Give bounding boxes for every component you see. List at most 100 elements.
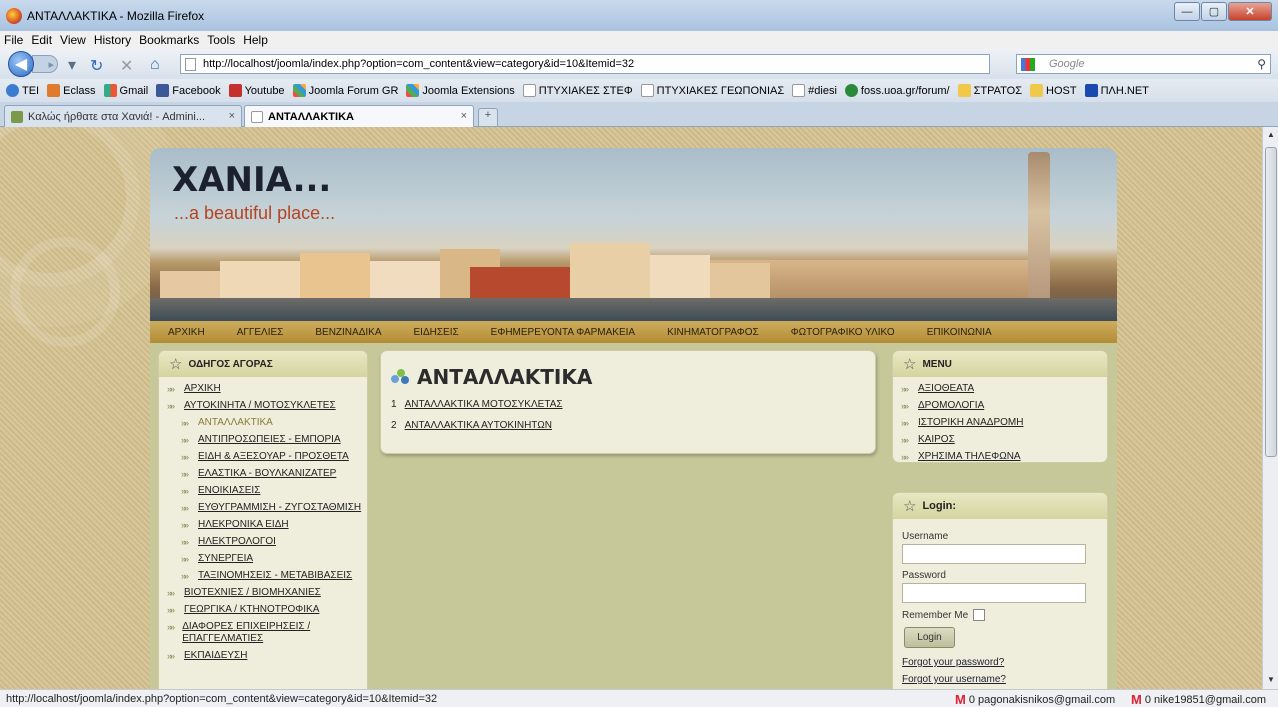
- bookmark-host[interactable]: HOST: [1030, 84, 1077, 97]
- reload-icon[interactable]: ↻: [90, 56, 103, 76]
- nav-arxikh[interactable]: ΑΡΧΙΚΗ: [168, 327, 205, 338]
- close-tab-icon[interactable]: ×: [229, 110, 235, 122]
- bookmark-ptyxiakes-geoponias[interactable]: ΠΤΥΧΙΑΚΕΣ ΓΕΩΠΟΝΙΑΣ: [640, 84, 784, 97]
- nav-aggelies[interactable]: ΑΓΓΕΛΙΕΣ: [237, 327, 284, 338]
- maximize-button[interactable]: ▢: [1201, 2, 1227, 21]
- left-menu-link[interactable]: ΑΥΤΟΚΙΝΗΤΑ / ΜΟΤΟΣΥΚΛΕΤΕΣ: [184, 400, 336, 412]
- nav-fotografiko[interactable]: ΦΩΤΟΓΡΑΦΙΚΟ ΥΛΙΚΟ: [791, 327, 895, 338]
- bookmark-plhnet[interactable]: ΠΛΗ.ΝΕΤ: [1084, 84, 1149, 97]
- menu-help[interactable]: Help: [243, 33, 268, 47]
- left-menu-link[interactable]: ΤΑΞΙΝΟΜΗΣΕΙΣ - ΜΕΤΑΒΙΒΑΣΕΙΣ: [198, 570, 352, 582]
- back-button[interactable]: ◀: [8, 51, 34, 77]
- left-menu-link[interactable]: ΕΚΠΑΙΔΕΥΣΗ: [184, 650, 247, 662]
- close-tab-icon[interactable]: ×: [461, 110, 467, 122]
- search-engine-icon[interactable]: [1021, 58, 1035, 71]
- forward-button[interactable]: ▸: [32, 55, 58, 73]
- tab-antallaktika[interactable]: ΑΝΤΑΛΛΑΚΤΙΚΑ ×: [244, 105, 474, 127]
- menu-history[interactable]: History: [94, 33, 131, 47]
- nav-kinhmatografos[interactable]: ΚΙΝΗΜΑΤΟΓΡΑΦΟΣ: [667, 327, 759, 338]
- address-bar[interactable]: http://localhost/joomla/index.php?option…: [180, 54, 1140, 74]
- left-menu-link[interactable]: ΕΙΔΗ & ΑΞΕΣΟΥΑΡ - ΠΡΟΣΘΕΤΑ: [198, 451, 349, 463]
- left-menu-link[interactable]: ΑΝΤΙΠΡΟΣΩΠΕΙΕΣ - ΕΜΠΟΡΙΑ: [198, 434, 341, 446]
- right-menu-link[interactable]: ΧΡΗΣΙΜΑ ΤΗΛΕΦΩΝΑ: [918, 451, 1021, 463]
- double-chevron-icon: »»: [181, 469, 189, 479]
- joomla-icon: [406, 84, 420, 97]
- double-chevron-icon: »»: [167, 651, 175, 661]
- bookmark-joomla-forum[interactable]: Joomla Forum GR: [292, 84, 398, 97]
- page-viewport: XANIA... ...a beautiful place... ΑΡΧΙΚΗ …: [0, 127, 1262, 689]
- double-chevron-icon: »»: [181, 435, 189, 445]
- folder-icon: [957, 84, 971, 97]
- right-menu-link[interactable]: ΑΞΙΟΘΕΑΤΑ: [918, 383, 974, 395]
- bookmark-tei[interactable]: TEI: [6, 84, 39, 97]
- login-button[interactable]: Login: [904, 627, 955, 648]
- subcategory-link[interactable]: ΑΝΤΑΛΛΑΚΤΙΚΑ ΑΥΤΟΚΙΝΗΤΩΝ: [405, 420, 552, 431]
- left-menu-link[interactable]: ΓΕΩΡΓΙΚΑ / ΚΤΗΝΟΤΡΟΦΙΚΑ: [184, 604, 319, 616]
- forgot-username-link[interactable]: Forgot your username?: [902, 674, 1107, 685]
- subcategory-link[interactable]: ΑΝΤΑΛΛΑΚΤΙΚΑ ΜΟΤΟΣΥΚΛΕΤΑΣ: [405, 399, 563, 410]
- password-input[interactable]: [902, 583, 1086, 603]
- bookmark-diesi[interactable]: #diesi: [792, 84, 837, 97]
- scrollbar-thumb[interactable]: [1265, 147, 1277, 457]
- search-box[interactable]: Google ⚲: [1016, 54, 1271, 74]
- bookmark-joomla-extensions[interactable]: Joomla Extensions: [406, 84, 515, 97]
- menu-file[interactable]: File: [4, 33, 23, 47]
- left-menu-link[interactable]: ΕΥΘΥΓΡΑΜΜΙΣΗ - ΖΥΓΟΣΤΑΘΜΙΣΗ: [198, 502, 361, 514]
- left-menu-title: ΟΔΗΓΟΣ ΑΓΟΡΑΣ: [188, 358, 273, 370]
- dropdown-arrow-icon[interactable]: ▾: [68, 55, 76, 75]
- left-menu-link[interactable]: ΕΝΟΙΚΙΑΣΕΙΣ: [198, 485, 260, 497]
- bookmarks-toolbar: TEI Eclass Gmail Facebook Youtube Joomla…: [0, 79, 1278, 102]
- page-scrollbar[interactable]: ▲ ▼: [1262, 127, 1278, 689]
- double-chevron-icon: »»: [901, 401, 909, 411]
- page-icon: [251, 110, 263, 123]
- youtube-icon: [228, 84, 242, 97]
- nav-farmakeia[interactable]: ΕΦΗΜΕΡΕΥΟΝΤΑ ΦΑΡΜΑΚΕΙΑ: [491, 327, 635, 338]
- gmail-notifier-2[interactable]: M0 nike19851@gmail.com: [1131, 692, 1266, 707]
- gmail-icon: M: [955, 692, 966, 707]
- left-menu-link[interactable]: ΗΛΕΚΡΟΝΙΚΑ ΕΙΔΗ: [198, 519, 289, 531]
- status-bar: http://localhost/joomla/index.php?option…: [0, 689, 1278, 707]
- left-menu-item: »» ΒΙΟΤΕΧΝΙΕΣ / ΒΙΟΜΗΧΑΝΙΕΣ: [159, 587, 367, 599]
- site-title: XANIA...: [172, 160, 332, 200]
- remember-me-checkbox[interactable]: [973, 609, 986, 621]
- bookmark-gmail[interactable]: Gmail: [103, 84, 148, 97]
- menu-tools[interactable]: Tools: [207, 33, 235, 47]
- building: [300, 253, 370, 301]
- left-menu-link[interactable]: ΑΡΧΙΚΗ: [184, 383, 221, 395]
- bookmark-ptyxiakes-stef[interactable]: ΠΤΥΧΙΑΚΕΣ ΣΤΕΦ: [522, 84, 633, 97]
- username-input[interactable]: [902, 544, 1086, 564]
- close-button[interactable]: ✕: [1228, 2, 1272, 21]
- nav-epikoinonia[interactable]: ΕΠΙΚΟΙΝΩΝΙΑ: [927, 327, 992, 338]
- search-icon[interactable]: ⚲: [1257, 57, 1266, 71]
- building: [370, 261, 440, 301]
- bookmark-stratos[interactable]: ΣΤΡΑΤΟΣ: [957, 84, 1022, 97]
- left-menu-link[interactable]: ΒΙΟΤΕΧΝΙΕΣ / ΒΙΟΜΗΧΑΝΙΕΣ: [184, 587, 321, 599]
- right-menu-link[interactable]: ΔΡΟΜΟΛΟΓΙΑ: [918, 400, 984, 412]
- left-menu-link[interactable]: ΗΛΕΚΤΡΟΛΟΓΟΙ: [198, 536, 276, 548]
- nav-venzinadika[interactable]: ΒΕΝΖΙΝΑΔΙΚΑ: [315, 327, 381, 338]
- tab-admin[interactable]: Καλώς ήρθατε στα Χανιά! - Admini... ×: [4, 105, 242, 127]
- left-menu-link[interactable]: ΣΥΝΕΡΓΕΙΑ: [198, 553, 253, 565]
- left-menu-link[interactable]: ΕΛΑΣΤΙΚΑ - ΒΟΥΛΚΑΝΙΖΑΤΕΡ: [198, 468, 336, 480]
- menu-view[interactable]: View: [60, 33, 86, 47]
- scroll-up-icon[interactable]: ▲: [1267, 130, 1275, 139]
- home-icon[interactable]: ⌂: [150, 56, 160, 74]
- forgot-password-link[interactable]: Forgot your password?: [902, 657, 1107, 668]
- bookmark-foss[interactable]: foss.uoa.gr/forum/: [844, 84, 950, 97]
- bookmark-youtube[interactable]: Youtube: [228, 84, 285, 97]
- menu-edit[interactable]: Edit: [31, 33, 52, 47]
- minimize-button[interactable]: —: [1174, 2, 1200, 21]
- stop-icon[interactable]: ✕: [120, 56, 133, 76]
- page-icon: [185, 58, 196, 71]
- right-menu-link[interactable]: ΚΑΙΡΟΣ: [918, 434, 955, 446]
- right-menu-link[interactable]: ΙΣΤΟΡΙΚΗ ΑΝΑΔΡΟΜΗ: [918, 417, 1023, 429]
- left-menu-link[interactable]: ΔΙΑΦΟΡΕΣ ΕΠΙΧΕΙΡΗΣΕΙΣ / ΕΠΑΓΓΕΛΜΑΤΙΕΣ: [182, 621, 367, 645]
- scroll-down-icon[interactable]: ▼: [1267, 675, 1275, 684]
- menu-bookmarks[interactable]: Bookmarks: [139, 33, 199, 47]
- new-tab-button[interactable]: +: [478, 108, 498, 126]
- bookmark-facebook[interactable]: Facebook: [156, 84, 221, 97]
- gmail-notifier-1[interactable]: M0 pagonakisnikos@gmail.com: [955, 692, 1115, 707]
- nav-eidhseis[interactable]: ΕΙΔΗΣΕΙΣ: [414, 327, 459, 338]
- bookmark-eclass[interactable]: Eclass: [47, 84, 96, 97]
- left-menu-link[interactable]: ΑΝΤΑΛΛΑΚΤΙΚΑ: [198, 417, 273, 429]
